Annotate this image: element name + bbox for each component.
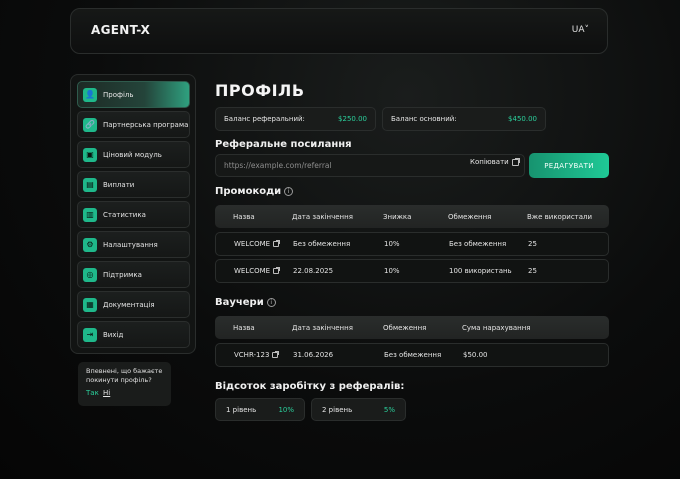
level-2-card: 2 рівень 5% — [311, 398, 406, 421]
copy-icon[interactable] — [272, 352, 279, 358]
column-header: Вже використали — [527, 212, 593, 221]
table-cell: 25 — [528, 267, 537, 275]
user-icon: 👤 — [83, 87, 97, 102]
gear-icon: ⚙ — [83, 237, 97, 252]
referral-balance-card: Баланс реферальний: $250.00 — [215, 107, 376, 131]
confirm-no-link[interactable]: Ні — [103, 389, 110, 397]
language-switcher[interactable]: UA˅ — [572, 25, 589, 35]
balance-value: $250.00 — [338, 115, 367, 123]
sidebar-item-settings[interactable]: ⚙ Налаштування — [77, 231, 190, 258]
bar-chart-icon: ▥ — [83, 207, 97, 222]
sidebar-item-label: Профіль — [103, 90, 134, 99]
app-logo[interactable]: AGENT-X — [91, 23, 150, 37]
sidebar-item-support[interactable]: ◎ Підтримка — [77, 261, 190, 288]
column-header: Дата закінчення — [292, 323, 353, 332]
balance-label: Баланс основний: — [391, 115, 457, 123]
earnings-title: Відсоток заробітку з рефералів: — [215, 381, 405, 392]
sidebar-item-payouts[interactable]: ▤ Виплати — [77, 171, 190, 198]
promo-code-cell: WELCOME — [234, 267, 280, 275]
main-balance-card: Баланс основний: $450.00 — [382, 107, 546, 131]
table-cell: 22.08.2025 — [293, 267, 334, 275]
sidebar-item-label: Підтримка — [103, 270, 142, 279]
confirm-yes-link[interactable]: Так — [86, 389, 99, 397]
copy-button[interactable]: Копіювати — [470, 158, 519, 166]
vouchers-title-text: Ваучери — [215, 297, 264, 308]
level-value: 5% — [383, 405, 395, 414]
logout-confirm-popup: Впевнені, що бажаєте покинути профіль? Т… — [78, 362, 171, 406]
page-title: ПРОФІЛЬ — [215, 81, 305, 100]
voucher-code-cell: VCHR-123 — [234, 351, 279, 359]
table-cell: $50.00 — [463, 351, 488, 359]
balance-label: Баланс реферальний: — [224, 115, 305, 123]
table-row: WELCOME 22.08.2025 10% 100 використань 2… — [215, 259, 609, 283]
top-header: AGENT-X UA˅ — [70, 8, 608, 54]
sidebar-item-profile[interactable]: 👤 Профіль — [77, 81, 190, 108]
sidebar-item-label: Партнерська програма — [103, 120, 189, 129]
column-header: Назва — [233, 212, 255, 221]
table-cell: 10% — [384, 240, 400, 248]
table-cell: Без обмеження — [449, 240, 507, 248]
column-header: Сума нарахування — [462, 323, 531, 332]
link-icon: 🔗 — [83, 117, 97, 132]
referral-link-title: Реферальне посилання — [215, 139, 352, 150]
table-cell: 25 — [528, 240, 537, 248]
sidebar-item-label: Налаштування — [103, 240, 158, 249]
sidebar-item-label: Статистика — [103, 210, 146, 219]
vouchers-title: Ваучери i — [215, 297, 276, 308]
promocodes-title: Промокоди i — [215, 186, 294, 197]
column-header: Дата закінчення — [292, 212, 353, 221]
sidebar-item-label: Документація — [103, 300, 155, 309]
table-cell: Без обмеження — [384, 351, 442, 359]
edit-button[interactable]: РЕДАГУВАТИ — [529, 153, 609, 178]
level-value: 10% — [278, 405, 294, 414]
copy-icon — [511, 158, 519, 166]
copy-icon[interactable] — [273, 241, 280, 247]
column-header: Знижка — [383, 212, 412, 221]
table-cell: Без обмеження — [293, 240, 351, 248]
promo-code-value: WELCOME — [234, 240, 271, 248]
logout-confirm-question: Впевнені, що бажаєте покинути профіль? — [86, 367, 163, 384]
promocodes-title-text: Промокоди — [215, 186, 282, 197]
info-icon[interactable]: i — [266, 298, 276, 307]
vouchers-table-header: Назва Дата закінчення Обмеження Сума нар… — [215, 316, 609, 339]
sidebar: 👤 Профіль 🔗 Партнерська програма ▣ Цінов… — [70, 74, 196, 354]
document-icon: ▦ — [83, 297, 97, 312]
promocodes-table-header: Назва Дата закінчення Знижка Обмеження В… — [215, 205, 609, 228]
voucher-code-value: VCHR-123 — [234, 351, 270, 359]
column-header: Обмеження — [448, 212, 492, 221]
sidebar-item-label: Виплати — [103, 180, 135, 189]
balance-value: $450.00 — [508, 115, 537, 123]
sidebar-item-logout[interactable]: ⇥ Вихід — [77, 321, 190, 348]
level-label: 1 рівень — [226, 405, 257, 414]
sidebar-item-documentation[interactable]: ▦ Документація — [77, 291, 190, 318]
wallet-icon: ▤ — [83, 177, 97, 192]
column-header: Назва — [233, 323, 255, 332]
table-cell: 100 використань — [449, 267, 512, 275]
column-header: Обмеження — [383, 323, 427, 332]
headset-icon: ◎ — [83, 267, 97, 282]
table-row: WELCOME Без обмеження 10% Без обмеження … — [215, 232, 609, 256]
copy-label: Копіювати — [470, 158, 509, 166]
exit-icon: ⇥ — [83, 327, 97, 342]
info-icon[interactable]: i — [284, 187, 294, 196]
sidebar-item-price-module[interactable]: ▣ Ціновий модуль — [77, 141, 190, 168]
promo-code-cell: WELCOME — [234, 240, 280, 248]
promo-code-value: WELCOME — [234, 267, 271, 275]
table-row: VCHR-123 31.06.2026 Без обмеження $50.00 — [215, 343, 609, 367]
level-label: 2 рівень — [322, 405, 353, 414]
logout-confirm-actions: Так Ні — [86, 389, 163, 397]
level-1-card: 1 рівень 10% — [215, 398, 305, 421]
price-tag-icon: ▣ — [83, 147, 97, 162]
table-cell: 31.06.2026 — [293, 351, 334, 359]
sidebar-item-label: Вихід — [103, 330, 124, 339]
sidebar-item-statistics[interactable]: ▥ Статистика — [77, 201, 190, 228]
sidebar-item-label: Ціновий модуль — [103, 150, 162, 159]
copy-icon[interactable] — [273, 268, 280, 274]
table-cell: 10% — [384, 267, 400, 275]
sidebar-item-partner-program[interactable]: 🔗 Партнерська програма — [77, 111, 190, 138]
